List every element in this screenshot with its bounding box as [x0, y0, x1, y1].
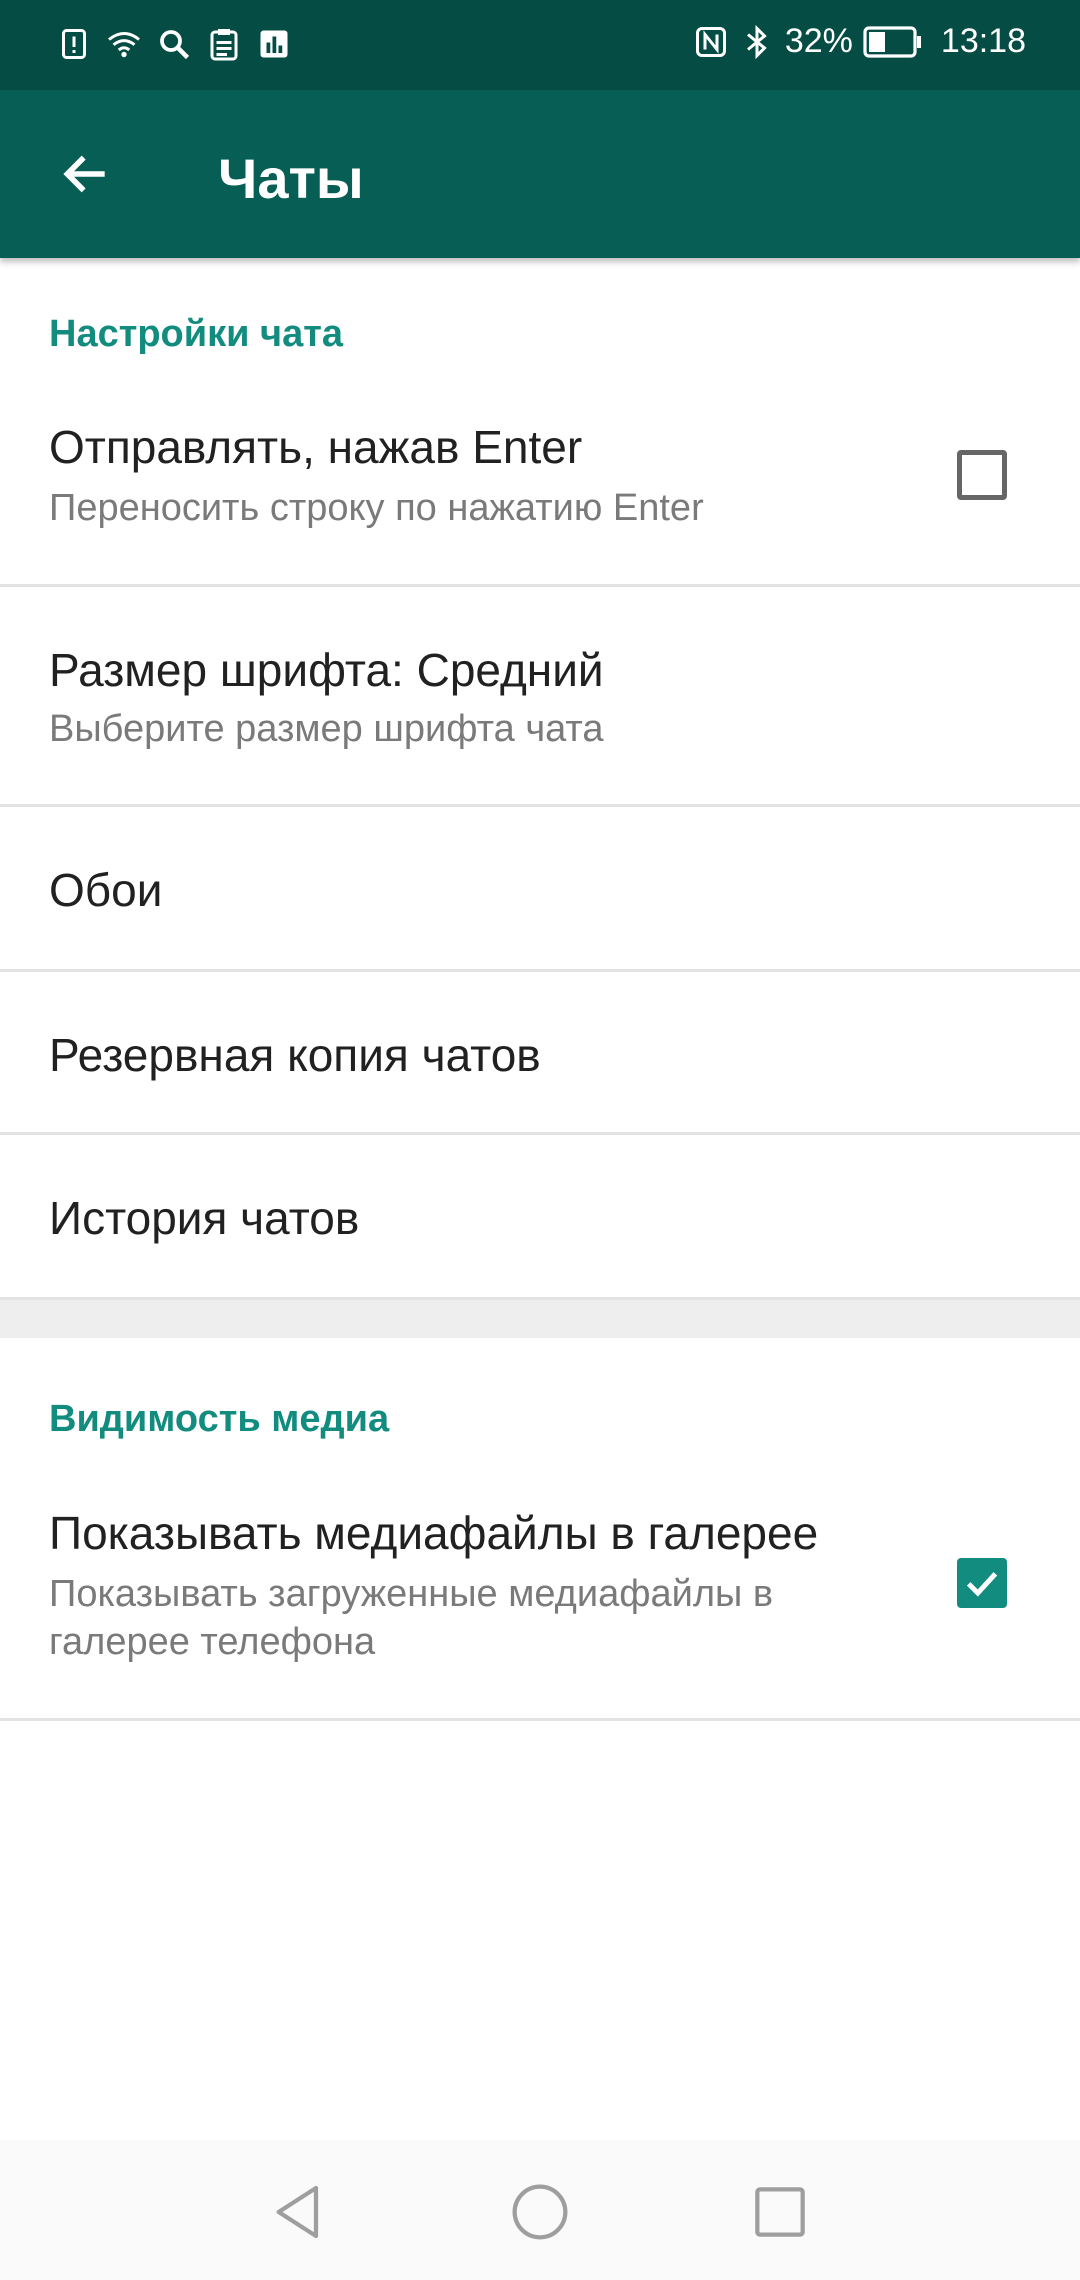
setting-title: Отправлять, нажав Enter: [49, 421, 583, 473]
recents-square-icon[interactable]: [748, 2180, 812, 2244]
checkmark-icon: [966, 1572, 998, 1597]
app-bar: Чаты: [0, 90, 1080, 258]
alert-icon: [62, 29, 86, 59]
bluetooth-icon: [746, 24, 767, 59]
clipboard-icon: [210, 29, 238, 61]
back-triangle-icon[interactable]: [268, 2180, 332, 2244]
setting-wallpaper[interactable]: Обои: [0, 807, 1080, 969]
battery-icon: [863, 25, 921, 58]
setting-title: Резервная копия чатов: [49, 1029, 541, 1081]
system-nav-bar: [0, 2140, 1080, 2280]
back-button[interactable]: [44, 132, 128, 216]
wifi-icon: [108, 32, 140, 58]
setting-enter-send[interactable]: Отправлять, нажав Enter Переносить строк…: [0, 400, 1080, 584]
page-title: Чаты: [218, 147, 364, 210]
section-header-chat-settings: Настройки чата: [49, 313, 343, 355]
setting-backup[interactable]: Резервная копия чатов: [0, 972, 1080, 1132]
setting-title: История чатов: [49, 1192, 360, 1244]
chart-icon: [260, 30, 288, 58]
arrow-left-icon: [63, 155, 105, 193]
divider: [0, 1718, 1080, 1721]
search-icon: [160, 30, 190, 60]
setting-subtitle-line2: галерее телефона: [49, 1621, 376, 1663]
clock: 13:18: [940, 22, 1026, 60]
section-separator: [0, 1300, 1080, 1338]
home-circle-icon[interactable]: [508, 2180, 572, 2244]
enter-send-checkbox[interactable]: [957, 450, 1007, 500]
setting-subtitle: Переносить строку по нажатию Enter: [49, 487, 704, 529]
show-media-checkbox[interactable]: [957, 1558, 1007, 1608]
nfc-icon: [695, 26, 726, 57]
setting-title: Обои: [49, 864, 163, 916]
setting-show-media[interactable]: Показывать медиафайлы в галерее Показыва…: [0, 1486, 1080, 1718]
status-bar: 32% 13:18: [0, 0, 1080, 90]
setting-subtitle-line1: Показывать загруженные медиафайлы в: [49, 1573, 774, 1615]
setting-font-size[interactable]: Размер шрифта: Средний Выберите размер ш…: [0, 587, 1080, 804]
setting-history[interactable]: История чатов: [0, 1135, 1080, 1297]
section-header-media-visibility: Видимость медиа: [49, 1398, 390, 1440]
setting-title: Показывать медиафайлы в галерее: [49, 1507, 819, 1559]
battery-percent: 32%: [784, 22, 853, 60]
status-right-icons: 32% 13:18: [693, 22, 1026, 61]
setting-subtitle: Выберите размер шрифта чата: [49, 708, 604, 750]
setting-title: Размер шрифта: Средний: [49, 644, 604, 696]
status-left-icons: [56, 26, 292, 62]
